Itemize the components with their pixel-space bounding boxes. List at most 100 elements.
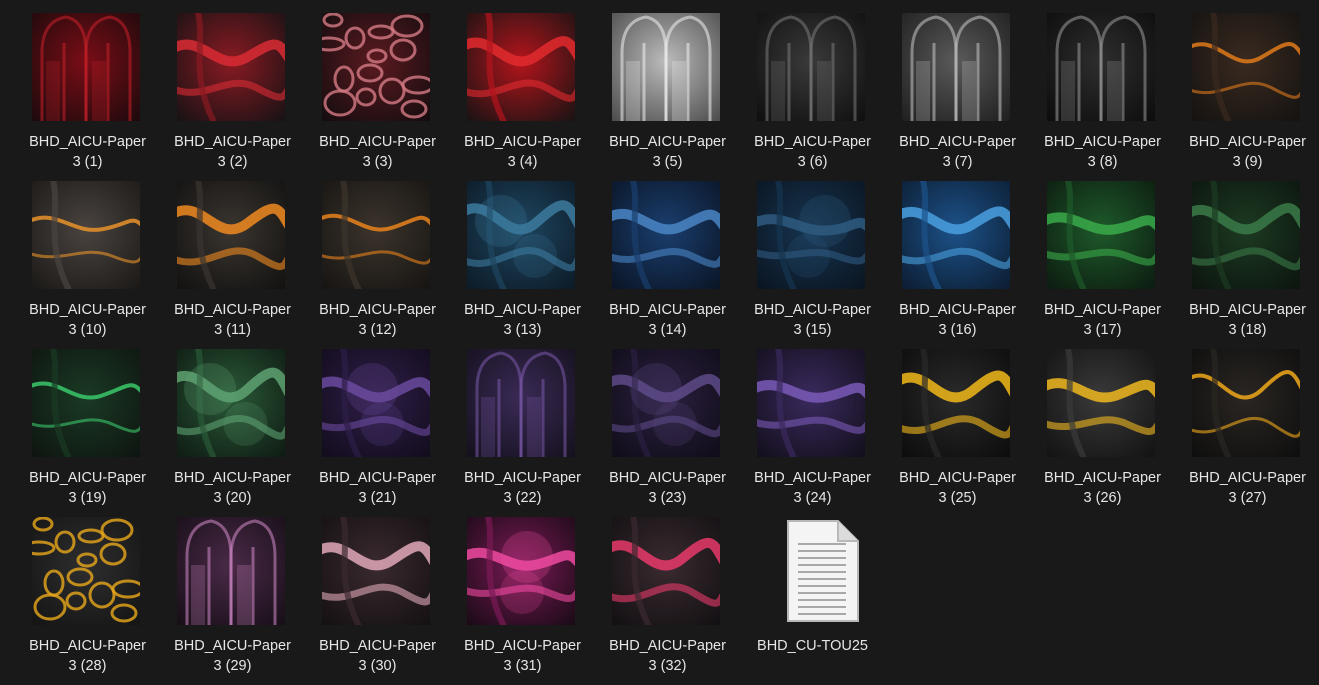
- file-name-line: BHD_AICU-Paper: [899, 302, 1016, 318]
- file-name-line: BHD_AICU-Paper: [464, 638, 581, 654]
- file-item[interactable]: BHD_AICU-Paper 3 (16): [885, 181, 1016, 341]
- file-item[interactable]: BHD_AICU-Paper 3 (22): [450, 349, 581, 509]
- file-item[interactable]: BHD_AICU-Paper 3 (8): [1030, 13, 1161, 173]
- file-item[interactable]: BHD_AICU-Paper 3 (2): [160, 13, 291, 173]
- file-item[interactable]: BHD_AICU-Paper 3 (13): [450, 181, 581, 341]
- file-name-line: BHD_AICU-Paper: [1189, 302, 1306, 318]
- file-item[interactable]: BHD_AICU-Paper 3 (18): [1175, 181, 1306, 341]
- file-name-label: BHD_AICU-Paper 3 (6): [740, 132, 885, 172]
- image-thumbnail: [1192, 13, 1300, 121]
- image-thumbnail: [32, 349, 140, 457]
- file-item[interactable]: BHD_AICU-Paper 3 (15): [740, 181, 871, 341]
- file-name-line: BHD_AICU-Paper: [1189, 134, 1306, 150]
- file-name-label: BHD_AICU-Paper 3 (20): [160, 468, 305, 508]
- file-item[interactable]: BHD_AICU-Paper 3 (29): [160, 517, 291, 677]
- file-item[interactable]: BHD_AICU-Paper 3 (9): [1175, 13, 1306, 173]
- image-thumbnail: [32, 181, 140, 289]
- file-name-label: BHD_AICU-Paper 3 (17): [1030, 300, 1175, 340]
- file-name-line: 3 (27): [1228, 490, 1267, 506]
- file-item[interactable]: BHD_AICU-Paper 3 (26): [1030, 349, 1161, 509]
- file-name-line: BHD_AICU-Paper: [754, 470, 871, 486]
- file-item[interactable]: BHD_AICU-Paper 3 (30): [305, 517, 436, 677]
- file-name-line: 3 (19): [68, 490, 107, 506]
- image-thumbnail: [1192, 349, 1300, 457]
- file-name-line: BHD_AICU-Paper: [29, 134, 146, 150]
- image-thumbnail: [177, 349, 285, 457]
- file-name-label: BHD_AICU-Paper 3 (23): [595, 468, 740, 508]
- file-name-line: BHD_AICU-Paper: [1044, 470, 1161, 486]
- file-name-line: BHD_AICU-Paper: [319, 134, 436, 150]
- image-thumbnail: [1047, 13, 1155, 121]
- file-name-line: BHD_CU-TOU25: [757, 638, 868, 654]
- file-name-line: BHD_AICU-Paper: [754, 302, 871, 318]
- file-name-line: BHD_AICU-Paper: [174, 302, 291, 318]
- image-thumbnail: [757, 181, 865, 289]
- file-item[interactable]: BHD_AICU-Paper 3 (25): [885, 349, 1016, 509]
- file-name-line: 3 (12): [358, 322, 397, 338]
- file-item[interactable]: BHD_AICU-Paper 3 (24): [740, 349, 871, 509]
- file-item[interactable]: BHD_AICU-Paper 3 (7): [885, 13, 1016, 173]
- file-item[interactable]: BHD_AICU-Paper 3 (1): [15, 13, 146, 173]
- file-name-label: BHD_AICU-Paper 3 (5): [595, 132, 740, 172]
- file-name-line: BHD_AICU-Paper: [319, 470, 436, 486]
- image-thumbnail: [757, 349, 865, 457]
- file-name-line: BHD_AICU-Paper: [1189, 470, 1306, 486]
- file-name-line: 3 (28): [68, 658, 107, 674]
- image-thumbnail: [467, 13, 575, 121]
- file-grid: BHD_AICU-Paper 3 (1) BHD_AICU-Paper 3 (2) …: [0, 0, 1319, 685]
- file-item[interactable]: BHD_AICU-Paper 3 (10): [15, 181, 146, 341]
- file-name-line: 3 (24): [793, 490, 832, 506]
- file-name-line: 3 (3): [362, 154, 393, 170]
- file-name-label: BHD_AICU-Paper 3 (27): [1175, 468, 1319, 508]
- file-name-line: BHD_AICU-Paper: [319, 638, 436, 654]
- file-item[interactable]: BHD_AICU-Paper 3 (19): [15, 349, 146, 509]
- file-name-line: 3 (26): [1083, 490, 1122, 506]
- file-item[interactable]: BHD_AICU-Paper 3 (20): [160, 349, 291, 509]
- file-item[interactable]: BHD_AICU-Paper 3 (17): [1030, 181, 1161, 341]
- file-name-line: 3 (14): [648, 322, 687, 338]
- image-thumbnail: [1047, 349, 1155, 457]
- file-item[interactable]: BHD_CU-TOU25: [740, 517, 870, 677]
- image-thumbnail: [612, 13, 720, 121]
- file-name-line: BHD_AICU-Paper: [464, 302, 581, 318]
- file-name-line: BHD_AICU-Paper: [319, 302, 436, 318]
- file-name-line: 3 (1): [72, 154, 103, 170]
- file-name-label: BHD_AICU-Paper 3 (26): [1030, 468, 1175, 508]
- file-name-label: BHD_AICU-Paper 3 (18): [1175, 300, 1319, 340]
- file-item[interactable]: BHD_AICU-Paper 3 (5): [595, 13, 726, 173]
- file-name-label: BHD_AICU-Paper 3 (30): [305, 636, 450, 676]
- file-name-line: BHD_AICU-Paper: [174, 638, 291, 654]
- file-name-line: 3 (31): [503, 658, 542, 674]
- file-item[interactable]: BHD_AICU-Paper 3 (27): [1175, 349, 1306, 509]
- image-thumbnail: [322, 517, 430, 625]
- file-item[interactable]: BHD_AICU-Paper 3 (28): [15, 517, 146, 677]
- file-item[interactable]: BHD_AICU-Paper 3 (4): [450, 13, 581, 173]
- file-name-label: BHD_AICU-Paper 3 (11): [160, 300, 305, 340]
- file-item[interactable]: BHD_AICU-Paper 3 (11): [160, 181, 291, 341]
- file-name-label: BHD_AICU-Paper 3 (4): [450, 132, 595, 172]
- file-name-label: BHD_AICU-Paper 3 (31): [450, 636, 595, 676]
- image-thumbnail: [467, 181, 575, 289]
- file-name-line: 3 (18): [1228, 322, 1267, 338]
- image-thumbnail: [177, 13, 285, 121]
- file-name-line: BHD_AICU-Paper: [899, 470, 1016, 486]
- file-item[interactable]: BHD_AICU-Paper 3 (31): [450, 517, 581, 677]
- file-item[interactable]: BHD_AICU-Paper 3 (12): [305, 181, 436, 341]
- file-item[interactable]: BHD_AICU-Paper 3 (23): [595, 349, 726, 509]
- file-name-line: 3 (13): [503, 322, 542, 338]
- file-name-label: BHD_AICU-Paper 3 (7): [885, 132, 1030, 172]
- file-item[interactable]: BHD_AICU-Paper 3 (32): [595, 517, 726, 677]
- file-item[interactable]: BHD_AICU-Paper 3 (3): [305, 13, 436, 173]
- image-thumbnail: [322, 349, 430, 457]
- file-item[interactable]: BHD_AICU-Paper 3 (21): [305, 349, 436, 509]
- file-name-line: 3 (16): [938, 322, 977, 338]
- file-item[interactable]: BHD_AICU-Paper 3 (6): [740, 13, 871, 173]
- file-name-line: BHD_AICU-Paper: [1044, 134, 1161, 150]
- file-name-line: 3 (20): [213, 490, 252, 506]
- image-thumbnail: [1047, 181, 1155, 289]
- image-thumbnail: [322, 13, 430, 121]
- file-name-line: BHD_AICU-Paper: [464, 470, 581, 486]
- image-thumbnail: [612, 349, 720, 457]
- file-name-label: BHD_AICU-Paper 3 (3): [305, 132, 450, 172]
- file-item[interactable]: BHD_AICU-Paper 3 (14): [595, 181, 726, 341]
